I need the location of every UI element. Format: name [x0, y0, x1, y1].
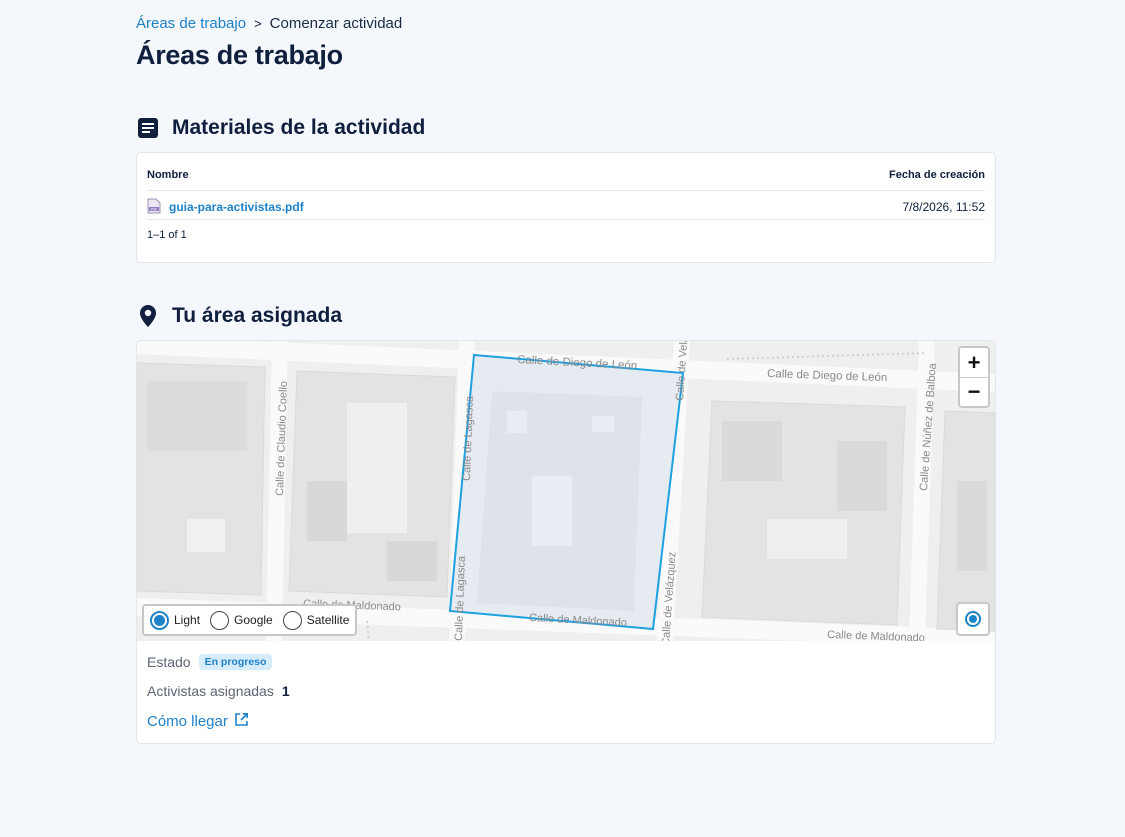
layer-option-light[interactable]: Light	[150, 610, 201, 630]
breadcrumb-link-work-areas[interactable]: Áreas de trabajo	[136, 15, 246, 32]
breadcrumb: Áreas de trabajo > Comenzar actividad	[136, 15, 402, 32]
radio-icon[interactable]	[210, 610, 230, 630]
status-label: Estado	[147, 654, 191, 670]
radio-icon[interactable]	[282, 610, 302, 630]
map[interactable]: Calle de Diego de León Calle de Diego de…	[137, 341, 995, 641]
layer-option-satellite[interactable]: Satellite	[282, 610, 350, 630]
radio-selected-icon[interactable]	[150, 610, 169, 630]
status-badge: En progreso	[198, 654, 273, 670]
document-icon	[136, 116, 160, 140]
svg-text:PDF: PDF	[151, 207, 158, 211]
area-section-title: Tu área asignada	[136, 304, 342, 328]
pagination-count: 1–1 of 1	[147, 229, 187, 241]
activists-label: Activistas asignadas	[147, 683, 274, 699]
file-name-cell: PDF guia-para-activistas.pdf	[147, 198, 304, 217]
pdf-file-icon: PDF	[147, 198, 161, 217]
location-pin-icon	[136, 304, 160, 328]
locate-icon	[965, 611, 981, 627]
locate-me-button[interactable]	[956, 602, 990, 636]
column-header-created[interactable]: Fecha de creación	[889, 169, 985, 191]
page-title: Áreas de trabajo	[136, 40, 343, 70]
map-canvas[interactable]: Calle de Diego de León Calle de Diego de…	[137, 341, 995, 641]
breadcrumb-separator: >	[254, 16, 262, 31]
table-header: Nombre Fecha de creación	[147, 169, 985, 191]
materials-card: Nombre Fecha de creación PDF guia-para-a…	[136, 152, 996, 263]
directions-label: Cómo llegar	[147, 713, 228, 730]
directions-link[interactable]: Cómo llegar	[147, 712, 249, 731]
table-divider	[147, 190, 985, 191]
table-row[interactable]: PDF guia-para-activistas.pdf 7/8/2026, 1…	[147, 194, 985, 220]
zoom-out-button[interactable]: −	[960, 377, 988, 406]
external-link-icon	[234, 712, 249, 731]
layer-label: Google	[234, 613, 273, 627]
area-card: Calle de Diego de León Calle de Diego de…	[136, 340, 996, 744]
layer-label: Light	[174, 613, 201, 627]
status-row: Estado En progreso	[147, 654, 273, 670]
directions-row: Cómo llegar	[147, 712, 249, 731]
materials-title-text: Materiales de la actividad	[172, 116, 426, 139]
zoom-controls: + −	[958, 346, 990, 408]
activists-count: 1	[281, 683, 290, 699]
breadcrumb-current: Comenzar actividad	[269, 15, 403, 32]
zoom-in-button[interactable]: +	[960, 348, 988, 377]
activists-row: Activistas asignadas 1	[147, 683, 290, 699]
materials-section-title: Materiales de la actividad	[136, 116, 425, 140]
layer-option-google[interactable]: Google	[210, 610, 273, 630]
layer-switcher: Light Google Satellite	[142, 604, 358, 636]
table-divider	[147, 219, 985, 220]
file-link[interactable]: guia-para-activistas.pdf	[169, 200, 304, 214]
layer-label: Satellite	[306, 613, 350, 627]
column-header-name[interactable]: Nombre	[147, 169, 189, 191]
area-title-text: Tu área asignada	[172, 304, 343, 327]
file-created-date: 7/8/2026, 11:52	[902, 200, 985, 214]
